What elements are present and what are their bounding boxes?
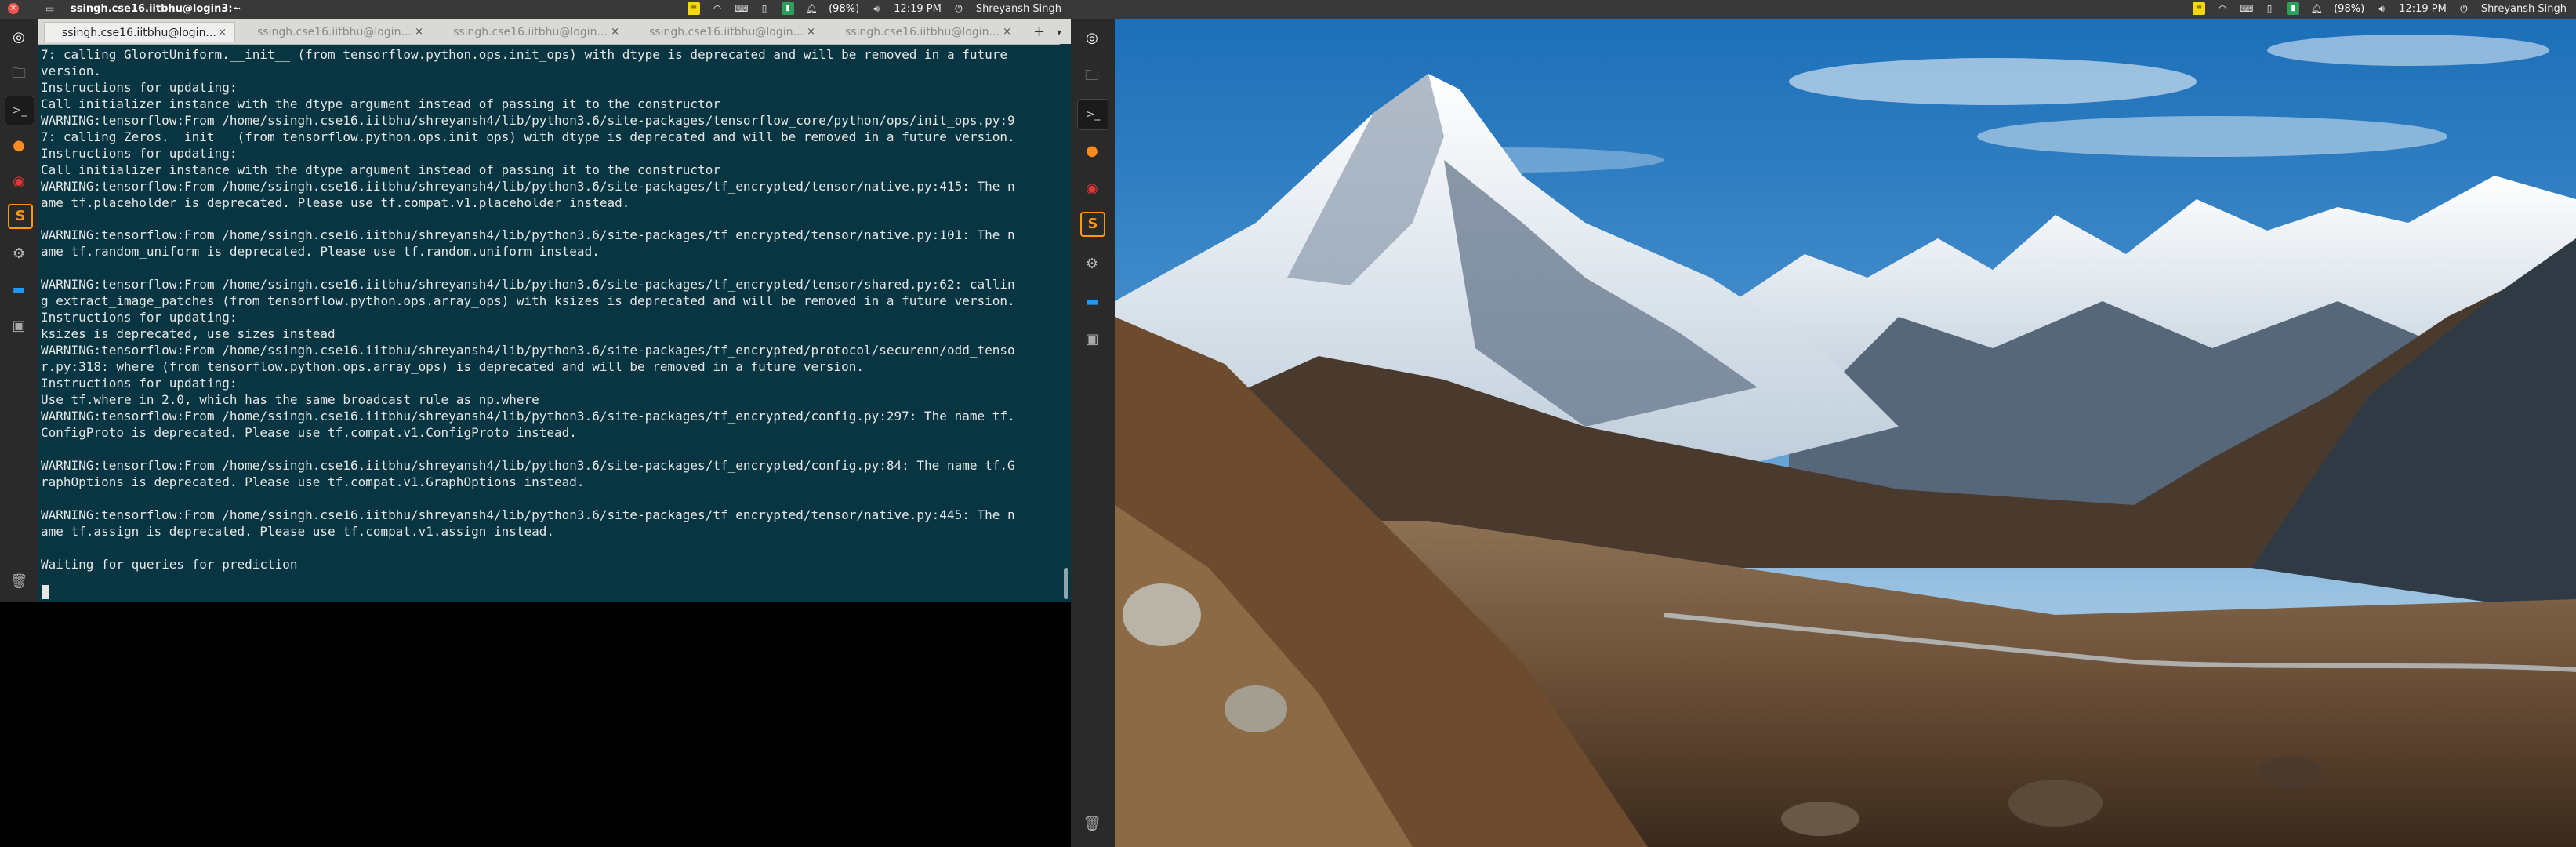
- tab-close-icon[interactable]: ×: [611, 22, 619, 42]
- terminal-tab[interactable]: ssingh.cse16.iitbhu@login... ×: [632, 22, 823, 42]
- firefox-icon[interactable]: ●: [5, 132, 33, 160]
- terminal-scrollbar[interactable]: [1060, 44, 1071, 602]
- terminal-window[interactable]: ssingh.cse16.iitbhu@login... × ssingh.cs…: [38, 19, 1071, 602]
- wifi-icon[interactable]: ◠: [2216, 2, 2229, 15]
- right-screen: ≡ ◠ ⌨ ▯ ▮ 🔔︎ (98%) 🔊︎ 12:19 PM ⏻ Shreyan…: [1071, 0, 2576, 847]
- tab-label: ssingh.cse16.iitbhu@login...: [845, 26, 1000, 38]
- user-name[interactable]: Shreyansh Singh: [2481, 3, 2567, 15]
- window-restore-button[interactable]: ▭: [45, 3, 54, 14]
- firefox-icon[interactable]: ●: [1077, 136, 1107, 166]
- tab-close-icon[interactable]: ×: [218, 23, 227, 43]
- terminal-tab[interactable]: ssingh.cse16.iitbhu@login... ×: [44, 22, 235, 42]
- tab-close-icon[interactable]: ×: [807, 22, 815, 42]
- trash-icon[interactable]: 🗑︎: [5, 568, 33, 596]
- terminal-tab[interactable]: ssingh.cse16.iitbhu@login... ×: [240, 22, 431, 42]
- top-panel: × – ▭ ssingh.cse16.iitbhu@login3:~ ≡ ◠ ⌨…: [0, 0, 1071, 19]
- system-tray-right: ≡ ◠ ⌨ ▯ ▮ 🔔︎ (98%) 🔊︎ 12:19 PM ⏻ Shreyan…: [2193, 2, 2567, 15]
- window-close-button[interactable]: ×: [8, 3, 19, 14]
- left-screen: × – ▭ ssingh.cse16.iitbhu@login3:~ ≡ ◠ ⌨…: [0, 0, 1071, 847]
- terminal-cursor: [42, 585, 49, 599]
- remote-desktop-icon[interactable]: ▬: [1077, 287, 1107, 317]
- user-name[interactable]: Shreyansh Singh: [976, 3, 1061, 15]
- volume-icon[interactable]: 🔊︎: [2375, 2, 2388, 15]
- dash-icon[interactable]: ◎: [1077, 24, 1107, 53]
- tab-menu-button[interactable]: ▾: [1057, 22, 1061, 42]
- sublime-text-icon[interactable]: S: [8, 204, 33, 229]
- files-icon[interactable]: 🗀: [5, 60, 33, 88]
- chrome-icon[interactable]: ◉: [5, 168, 33, 196]
- usb-icon[interactable]: ▯: [758, 2, 771, 15]
- keyboard-icon[interactable]: ⌨: [2240, 2, 2253, 15]
- bell-icon[interactable]: 🔔︎: [805, 2, 818, 15]
- wifi-icon[interactable]: ◠: [711, 2, 724, 15]
- sublime-text-icon[interactable]: S: [1080, 212, 1105, 237]
- clock[interactable]: 12:19 PM: [894, 3, 942, 15]
- terminal-tab[interactable]: ssingh.cse16.iitbhu@login... ×: [828, 22, 1019, 42]
- battery-indicator-icon[interactable]: ▮: [2287, 2, 2300, 15]
- tab-label: ssingh.cse16.iitbhu@login...: [62, 27, 216, 39]
- terminal-output[interactable]: 7: calling GlorotUniform.__init__ (from …: [41, 47, 1057, 596]
- power-icon[interactable]: ⏻: [2458, 2, 2470, 15]
- settings-icon[interactable]: ⚙: [5, 240, 33, 268]
- tab-label: ssingh.cse16.iitbhu@login...: [649, 26, 804, 38]
- new-tab-button[interactable]: +: [1033, 22, 1045, 42]
- tab-label: ssingh.cse16.iitbhu@login...: [257, 26, 412, 38]
- battery-percentage: (98%): [2334, 2, 2365, 15]
- dash-icon[interactable]: ◎: [5, 24, 33, 52]
- battery-indicator-icon[interactable]: ▮: [782, 2, 795, 15]
- bell-icon[interactable]: 🔔︎: [2310, 2, 2323, 15]
- drive-icon[interactable]: ▣: [5, 312, 33, 340]
- keyboard-icon[interactable]: ⌨: [735, 2, 748, 15]
- terminal-icon[interactable]: >_: [1077, 99, 1108, 130]
- usb-icon[interactable]: ▯: [2263, 2, 2276, 15]
- files-icon[interactable]: 🗀: [1077, 61, 1107, 91]
- settings-icon[interactable]: ⚙: [1077, 249, 1107, 279]
- mountain-wallpaper: [1115, 19, 2576, 847]
- system-tray: ≡ ◠ ⌨ ▯ ▮ 🔔︎ (98%) 🔊︎ 12:19 PM ⏻ Shreyan…: [688, 2, 1061, 15]
- window-title: ssingh.cse16.iitbhu@login3:~: [71, 3, 241, 15]
- top-panel-right: ≡ ◠ ⌨ ▯ ▮ 🔔︎ (98%) 🔊︎ 12:19 PM ⏻ Shreyan…: [1071, 0, 2576, 19]
- chrome-icon[interactable]: ◉: [1077, 174, 1107, 204]
- battery-percentage: (98%): [829, 2, 860, 15]
- remote-desktop-icon[interactable]: ▬: [5, 276, 33, 304]
- tab-label: ssingh.cse16.iitbhu@login...: [453, 26, 608, 38]
- terminal-tab[interactable]: ssingh.cse16.iitbhu@login... ×: [436, 22, 627, 42]
- launcher: ◎ 🗀 >_ ● ◉ S ⚙ ▬ ▣ 🗑︎: [0, 19, 38, 602]
- notes-indicator-icon[interactable]: ≡: [688, 2, 701, 15]
- clock[interactable]: 12:19 PM: [2399, 3, 2447, 15]
- terminal-icon[interactable]: >_: [5, 96, 34, 125]
- window-minimize-button[interactable]: –: [27, 3, 31, 14]
- launcher-right: ◎ 🗀 >_ ● ◉ S ⚙ ▬ ▣ 🗑︎: [1071, 19, 1115, 847]
- power-icon[interactable]: ⏻: [952, 2, 965, 15]
- notes-indicator-icon[interactable]: ≡: [2193, 2, 2206, 15]
- tab-close-icon[interactable]: ×: [415, 22, 423, 42]
- drive-icon[interactable]: ▣: [1077, 325, 1107, 354]
- tab-close-icon[interactable]: ×: [1003, 22, 1011, 42]
- scrollbar-thumb[interactable]: [1064, 568, 1068, 599]
- volume-icon[interactable]: 🔊︎: [870, 2, 883, 15]
- tab-bar: ssingh.cse16.iitbhu@login... × ssingh.cs…: [38, 19, 1071, 45]
- trash-icon[interactable]: 🗑︎: [1077, 809, 1107, 839]
